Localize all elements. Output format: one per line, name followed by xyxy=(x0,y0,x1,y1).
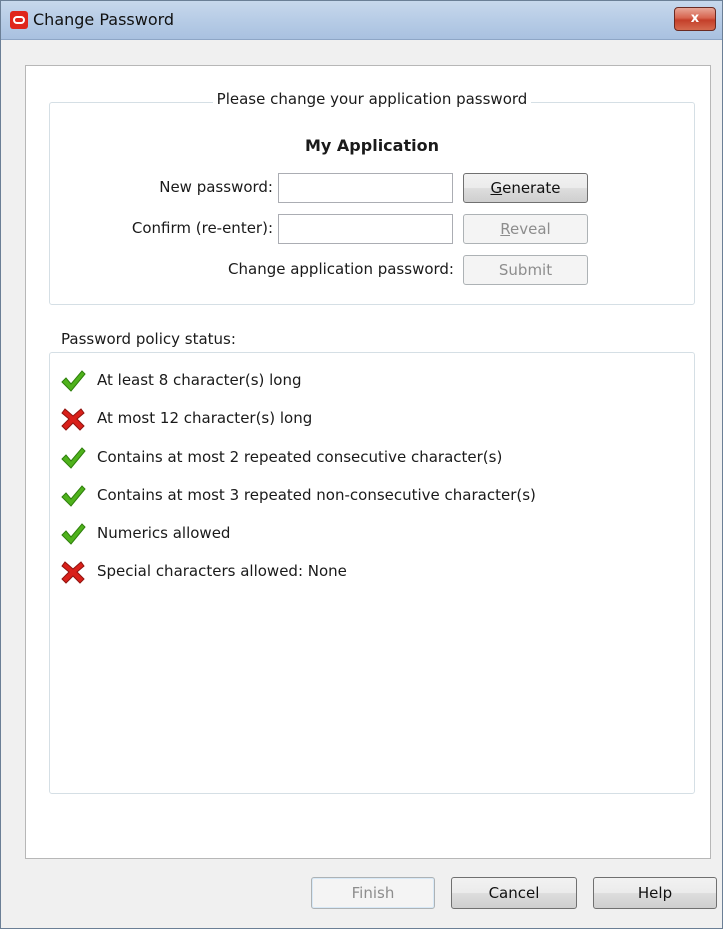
policy-item-text: Contains at most 2 repeated consecutive … xyxy=(97,448,503,466)
check-icon xyxy=(61,523,86,545)
policy-status-list: At least 8 character(s) long At most 12 … xyxy=(49,352,695,794)
reveal-button[interactable]: Reveal xyxy=(463,214,588,244)
check-icon xyxy=(61,370,86,392)
policy-item-text: Special characters allowed: None xyxy=(97,562,347,580)
policy-item: Numerics allowed xyxy=(60,520,680,548)
policy-item-text: At least 8 character(s) long xyxy=(97,371,302,389)
check-icon xyxy=(61,447,86,469)
policy-item: At least 8 character(s) long xyxy=(60,367,680,395)
application-name: My Application xyxy=(305,136,439,155)
change-password-label: Change application password: xyxy=(228,260,454,278)
confirm-password-label: Confirm (re-enter): xyxy=(131,219,273,237)
cross-icon xyxy=(61,408,85,431)
policy-item: Special characters allowed: None xyxy=(60,558,680,586)
policy-item-text: Contains at most 3 repeated non-consecut… xyxy=(97,486,536,504)
window-title: Change Password xyxy=(33,10,175,29)
new-password-input[interactable] xyxy=(278,173,453,203)
confirm-password-input[interactable] xyxy=(278,214,453,244)
main-panel: Please change your application password … xyxy=(25,65,711,859)
policy-item: Contains at most 2 repeated consecutive … xyxy=(60,444,680,472)
password-group: Please change your application password … xyxy=(49,90,695,305)
policy-item-text: Numerics allowed xyxy=(97,524,231,542)
cancel-button[interactable]: Cancel xyxy=(451,877,577,909)
policy-item: Contains at most 3 repeated non-consecut… xyxy=(60,482,680,510)
group-legend: Please change your application password xyxy=(212,90,532,108)
change-password-dialog: Change Password x Please change your app… xyxy=(0,0,723,929)
finish-button[interactable]: Finish xyxy=(311,877,435,909)
policy-item-text: At most 12 character(s) long xyxy=(97,409,313,427)
policy-item: At most 12 character(s) long xyxy=(60,405,680,433)
close-icon: x xyxy=(690,11,700,26)
check-icon xyxy=(61,485,86,507)
close-button[interactable]: x xyxy=(674,7,716,31)
submit-button[interactable]: Submit xyxy=(463,255,588,285)
cross-icon xyxy=(61,561,85,584)
generate-button[interactable]: Generate xyxy=(463,173,588,203)
new-password-label: New password: xyxy=(159,178,273,196)
oracle-icon xyxy=(10,11,28,29)
title-bar[interactable]: Change Password x xyxy=(1,1,722,40)
help-button[interactable]: Help xyxy=(593,877,717,909)
policy-status-label: Password policy status: xyxy=(61,330,236,348)
